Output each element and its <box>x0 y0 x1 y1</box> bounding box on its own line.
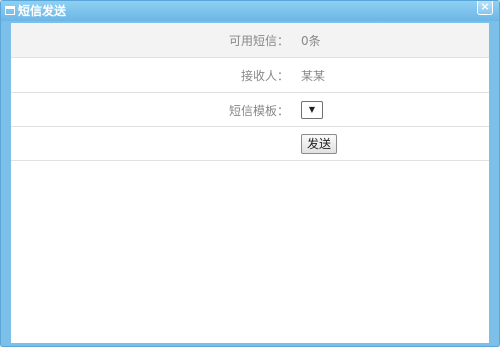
template-select[interactable]: ▼ <box>301 101 323 119</box>
template-label: 短信模板： <box>228 104 289 118</box>
available-sms-value: 0条 <box>301 34 321 48</box>
close-button[interactable]: × <box>477 1 493 15</box>
form-row-recipient: 接收人： 某某 <box>11 58 489 93</box>
form-row-available: 可用短信： 0条 <box>11 23 489 58</box>
chevron-down-icon: ▼ <box>308 105 316 114</box>
sms-send-dialog: 短信发送 × 可用短信： 0条 接收人： 某某 短信模板： ▼ 发送 <box>0 0 500 347</box>
form-row-actions: 发送 <box>11 127 489 161</box>
close-icon: × <box>480 0 490 13</box>
dialog-titlebar[interactable]: 短信发送 × <box>1 1 499 21</box>
available-sms-label: 可用短信： <box>228 34 289 48</box>
form-row-template: 短信模板： ▼ <box>11 93 489 127</box>
recipient-value: 某某 <box>301 69 326 83</box>
dialog-content: 可用短信： 0条 接收人： 某某 短信模板： ▼ 发送 <box>11 23 489 343</box>
send-button[interactable]: 发送 <box>301 134 337 154</box>
recipient-label: 接收人： <box>240 69 289 83</box>
window-icon <box>5 6 15 15</box>
dialog-title: 短信发送 <box>18 4 67 18</box>
